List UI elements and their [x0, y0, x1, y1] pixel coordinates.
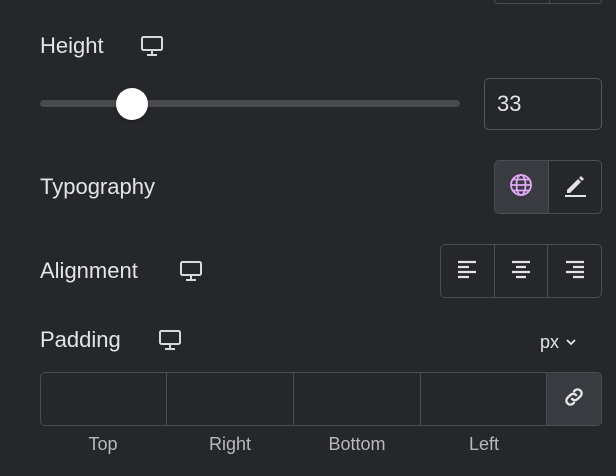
align-left-icon	[455, 257, 479, 286]
desktop-icon[interactable]	[179, 259, 203, 283]
align-right-button[interactable]	[547, 245, 601, 297]
height-slider-track[interactable]	[40, 100, 460, 107]
padding-bottom-label: Bottom	[328, 434, 386, 454]
typography-label: Typography	[40, 174, 155, 199]
typography-global-button[interactable]	[495, 161, 548, 213]
align-center-icon	[509, 257, 533, 286]
link-icon	[562, 385, 586, 414]
typography-edit-button[interactable]	[547, 161, 602, 213]
padding-top-label: Top	[88, 434, 118, 454]
padding-right-input[interactable]	[166, 373, 293, 425]
height-number-input[interactable]	[484, 78, 602, 130]
padding-top-input[interactable]	[41, 373, 166, 425]
chevron-down-icon	[565, 332, 577, 353]
globe-icon	[509, 173, 533, 202]
typography-button-group	[494, 160, 602, 214]
padding-bottom-input[interactable]	[293, 373, 420, 425]
unit-value: px	[540, 331, 560, 352]
align-center-button[interactable]	[493, 245, 548, 297]
padding-left-label: Left	[468, 434, 500, 454]
alignment-label: Alignment	[40, 258, 138, 283]
previous-control-group[interactable]	[494, 0, 602, 4]
pencil-icon	[562, 172, 588, 203]
padding-unit-select[interactable]: px	[540, 330, 600, 354]
height-label: Height	[40, 33, 104, 58]
padding-inputs	[40, 372, 602, 426]
padding-right-label: Right	[208, 434, 252, 454]
alignment-button-group	[440, 244, 602, 298]
desktop-icon[interactable]	[158, 328, 182, 352]
height-slider-thumb[interactable]	[116, 88, 149, 120]
link-values-button[interactable]	[546, 373, 601, 425]
align-left-button[interactable]	[441, 245, 494, 297]
align-right-icon	[563, 257, 587, 286]
padding-left-input[interactable]	[420, 373, 546, 425]
padding-label: Padding	[40, 327, 121, 352]
desktop-icon[interactable]	[140, 34, 164, 58]
